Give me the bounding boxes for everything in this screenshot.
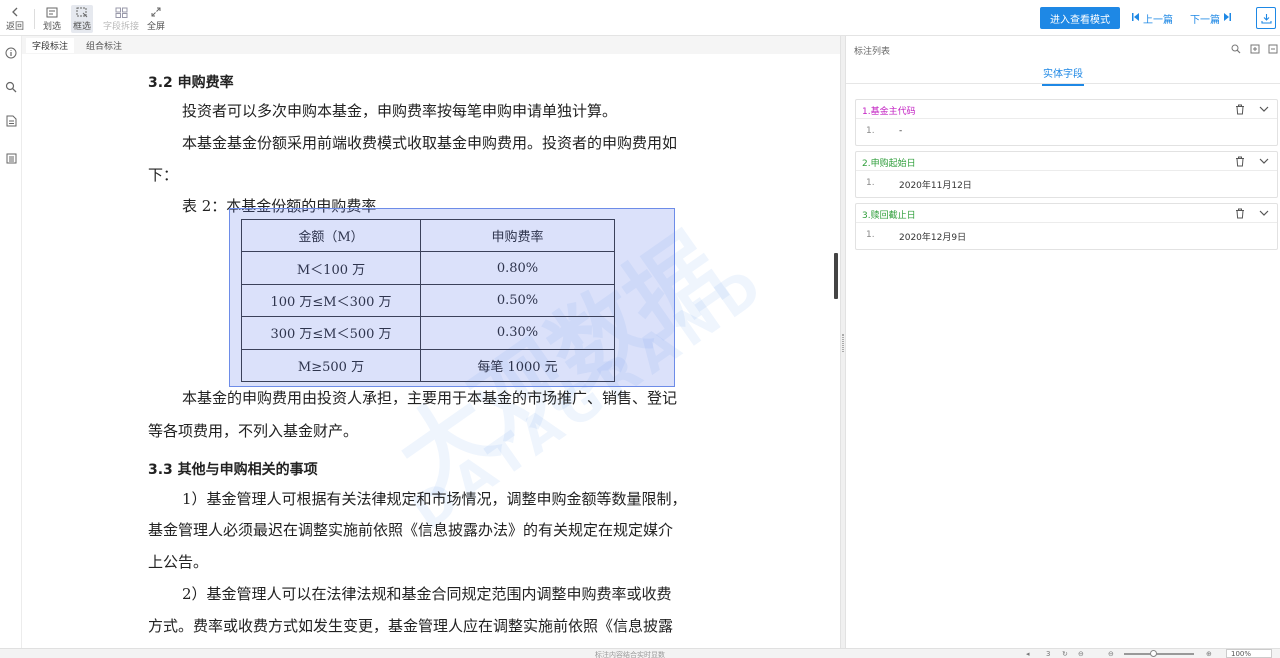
section-heading: 3.2 申购费率: [148, 75, 234, 91]
page-number: 3: [1046, 650, 1051, 658]
chevron-left-icon: [7, 5, 23, 19]
skip-next-icon: [1223, 13, 1231, 24]
paragraph-line: 上公告。: [148, 553, 209, 571]
status-bar: 标注内容结合实时显数 ◂ 3 ↻ ⊖ ⊖ ⊕ 100%: [0, 648, 1280, 658]
zoom-out-minus-icon[interactable]: ⊖: [1078, 650, 1084, 658]
text-select-icon: [44, 5, 60, 19]
search-icon[interactable]: [1230, 43, 1242, 55]
paragraph-line: 基金管理人必须最迟在调整实施前依照《信息披露办法》的有关规定在规定媒介: [148, 521, 674, 539]
expand-icon: [148, 5, 164, 19]
expand-all-icon[interactable]: [1249, 43, 1261, 55]
fullscreen-button[interactable]: 全屏: [147, 5, 165, 33]
trash-icon[interactable]: [1234, 155, 1246, 167]
next-doc-button[interactable]: 下一篇: [1190, 11, 1231, 26]
draw-select-label: 划选: [43, 22, 62, 32]
tab-entity-field[interactable]: 实体字段: [846, 62, 1280, 84]
paragraph-line: 本基金基金份额采用前端收费模式收取基金申购费用。投资者的申购费用如: [182, 134, 678, 152]
panel-title: 标注列表: [854, 47, 891, 57]
trash-icon[interactable]: [1234, 207, 1246, 219]
chevron-down-icon[interactable]: [1258, 207, 1270, 219]
list-icon[interactable]: [4, 151, 18, 165]
back-button[interactable]: 返回: [6, 5, 24, 33]
document-scrollbar[interactable]: [834, 253, 838, 299]
grid-icon: [113, 5, 129, 19]
card-field-name: 1.基金主代码: [862, 107, 916, 117]
paragraph-line: 本基金的申购费用由投资人承担，主要用于本基金的市场推广、销售、登记: [182, 389, 678, 407]
download-icon: [1260, 9, 1272, 28]
next-doc-label: 下一篇: [1190, 15, 1220, 26]
tab-field-annotation[interactable]: 字段标注: [26, 38, 75, 53]
fullscreen-label: 全屏: [147, 22, 166, 32]
paragraph-line: 1）基金管理人可根据有关法律规定和市场情况，调整申购金额等数量限制，: [182, 490, 687, 508]
zoom-out-icon[interactable]: ⊖: [1108, 650, 1114, 658]
card-header[interactable]: 3.赎回截止日: [856, 204, 1277, 223]
zoom-in-icon[interactable]: ⊕: [1206, 650, 1212, 658]
document-icon[interactable]: [4, 114, 18, 128]
status-hint: 标注内容结合实时显数: [595, 651, 665, 658]
field-split-button[interactable]: 字段拆接: [103, 5, 139, 33]
annotation-tabs: 字段标注 组合标注: [22, 36, 840, 54]
card-value: -: [899, 126, 903, 136]
prev-page-icon[interactable]: ◂: [1026, 650, 1030, 658]
selection-box[interactable]: [229, 208, 675, 387]
download-button[interactable]: [1256, 7, 1276, 29]
card-field-name: 2.申购起始日: [862, 159, 916, 169]
search-icon[interactable]: [4, 80, 18, 94]
box-select-icon: [74, 5, 90, 19]
box-select-label: 框选: [73, 22, 92, 32]
card-index: 1.: [866, 178, 875, 188]
card-header[interactable]: 1.基金主代码: [856, 100, 1277, 119]
annotation-card[interactable]: 3.赎回截止日 1. 2020年12月9日: [855, 203, 1278, 250]
card-value: 2020年11月12日: [899, 181, 972, 191]
card-index: 1.: [866, 126, 875, 136]
paragraph-line: 方式。费率或收费方式如发生变更，基金管理人应在调整实施前依照《信息披露: [148, 617, 674, 635]
rotate-icon[interactable]: ↻: [1062, 650, 1068, 658]
field-split-label: 字段拆接: [103, 22, 140, 32]
card-value: 2020年12月9日: [899, 233, 967, 243]
skip-prev-icon: [1132, 13, 1140, 24]
toolbar-divider: [34, 9, 35, 29]
paragraph-line: 投资者可以多次申购本基金，申购费率按每笔申购申请单独计算。: [182, 102, 618, 120]
tab-underline: [1042, 84, 1084, 86]
back-label: 返回: [6, 22, 25, 32]
info-icon[interactable]: [4, 46, 18, 60]
annotation-card[interactable]: 1.基金主代码 1. -: [855, 99, 1278, 146]
prev-doc-button[interactable]: 上一篇: [1132, 11, 1173, 26]
document-viewer[interactable]: 大观数据 DATAGRAND 3.2 申购费率 投资者可以多次申购本基金，申购费…: [22, 54, 840, 648]
collapse-all-icon[interactable]: [1267, 43, 1279, 55]
zoom-slider[interactable]: [1124, 653, 1194, 655]
paragraph-line: 2）基金管理人可以在法律法规和基金合同规定范围内调整申购费率或收费: [182, 585, 672, 603]
box-select-button[interactable]: 框选: [71, 5, 94, 33]
paragraph-line: 下：: [148, 166, 179, 184]
left-sidebar: [0, 36, 22, 648]
annotation-panel: 标注列表 实体字段 1.基金主代码 1. - 2.申购起始日 1. 2020年1…: [846, 36, 1280, 648]
zoom-select[interactable]: 100%: [1226, 649, 1272, 658]
splitter-grip-icon: [842, 334, 844, 352]
trash-icon[interactable]: [1234, 103, 1246, 115]
card-index: 1.: [866, 230, 875, 240]
card-field-name: 3.赎回截止日: [862, 211, 916, 221]
section-heading: 3.3 其他与申购相关的事项: [148, 462, 318, 478]
top-toolbar: 返回 划选 框选 字段拆接 全屏 进入查看模式 上一篇 下一篇: [0, 0, 1280, 36]
paragraph-line: 等各项费用，不列入基金财产。: [148, 422, 359, 440]
tab-combo-annotation[interactable]: 组合标注: [80, 38, 128, 53]
view-mode-button[interactable]: 进入查看模式: [1040, 7, 1120, 29]
chevron-down-icon[interactable]: [1258, 155, 1270, 167]
draw-select-button[interactable]: 划选: [43, 5, 61, 33]
annotation-card[interactable]: 2.申购起始日 1. 2020年11月12日: [855, 151, 1278, 198]
prev-doc-label: 上一篇: [1143, 15, 1173, 26]
card-header[interactable]: 2.申购起始日: [856, 152, 1277, 171]
chevron-down-icon[interactable]: [1258, 103, 1270, 115]
zoom-slider-handle[interactable]: [1150, 650, 1157, 657]
